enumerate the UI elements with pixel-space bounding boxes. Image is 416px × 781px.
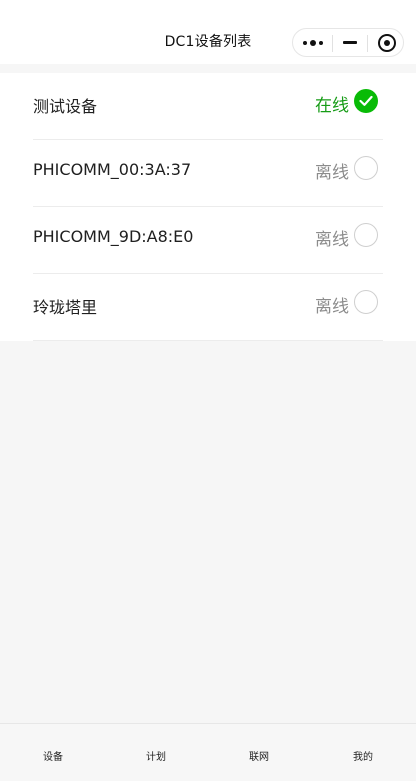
radio-circle-icon[interactable]	[354, 223, 378, 247]
radio-circle-icon[interactable]	[354, 156, 378, 180]
device-row[interactable]: PHICOMM_00:3A:37 离线	[33, 140, 383, 207]
minimize-icon[interactable]	[343, 41, 357, 44]
radio-circle-icon[interactable]	[354, 290, 378, 314]
more-dots-icon[interactable]	[303, 38, 325, 48]
navigation-bar: DC1设备列表	[0, 0, 416, 64]
device-name: PHICOMM_00:3A:37	[33, 160, 192, 179]
device-name: 玲珑塔里	[33, 298, 98, 317]
device-list: 测试设备 在线 PHICOMM_00:3A:37 离线 PHICOMM_9D:A…	[0, 73, 416, 341]
device-row[interactable]: 玲珑塔里 离线	[33, 274, 383, 341]
close-target-icon[interactable]	[378, 34, 396, 52]
device-name: PHICOMM_9D:A8:E0	[33, 227, 194, 246]
tab-plans[interactable]: 计划	[126, 748, 186, 763]
tab-devices[interactable]: 设备	[23, 748, 83, 763]
device-status: 离线	[315, 297, 349, 317]
device-status: 离线	[315, 230, 349, 250]
device-name: 测试设备	[33, 97, 98, 116]
tab-profile[interactable]: 我的	[333, 748, 393, 763]
capsule-divider	[367, 35, 368, 52]
tab-bar: 设备 计划 联网 我的	[0, 723, 416, 781]
device-row[interactable]: 测试设备 在线	[33, 73, 383, 140]
checkmark-icon[interactable]	[354, 89, 378, 113]
device-status: 离线	[315, 163, 349, 183]
tab-network[interactable]: 联网	[229, 748, 289, 763]
capsule-divider	[332, 35, 333, 52]
menu-capsule	[292, 28, 404, 57]
device-status: 在线	[315, 96, 349, 116]
device-row[interactable]: PHICOMM_9D:A8:E0 离线	[33, 207, 383, 274]
divider	[33, 340, 383, 341]
